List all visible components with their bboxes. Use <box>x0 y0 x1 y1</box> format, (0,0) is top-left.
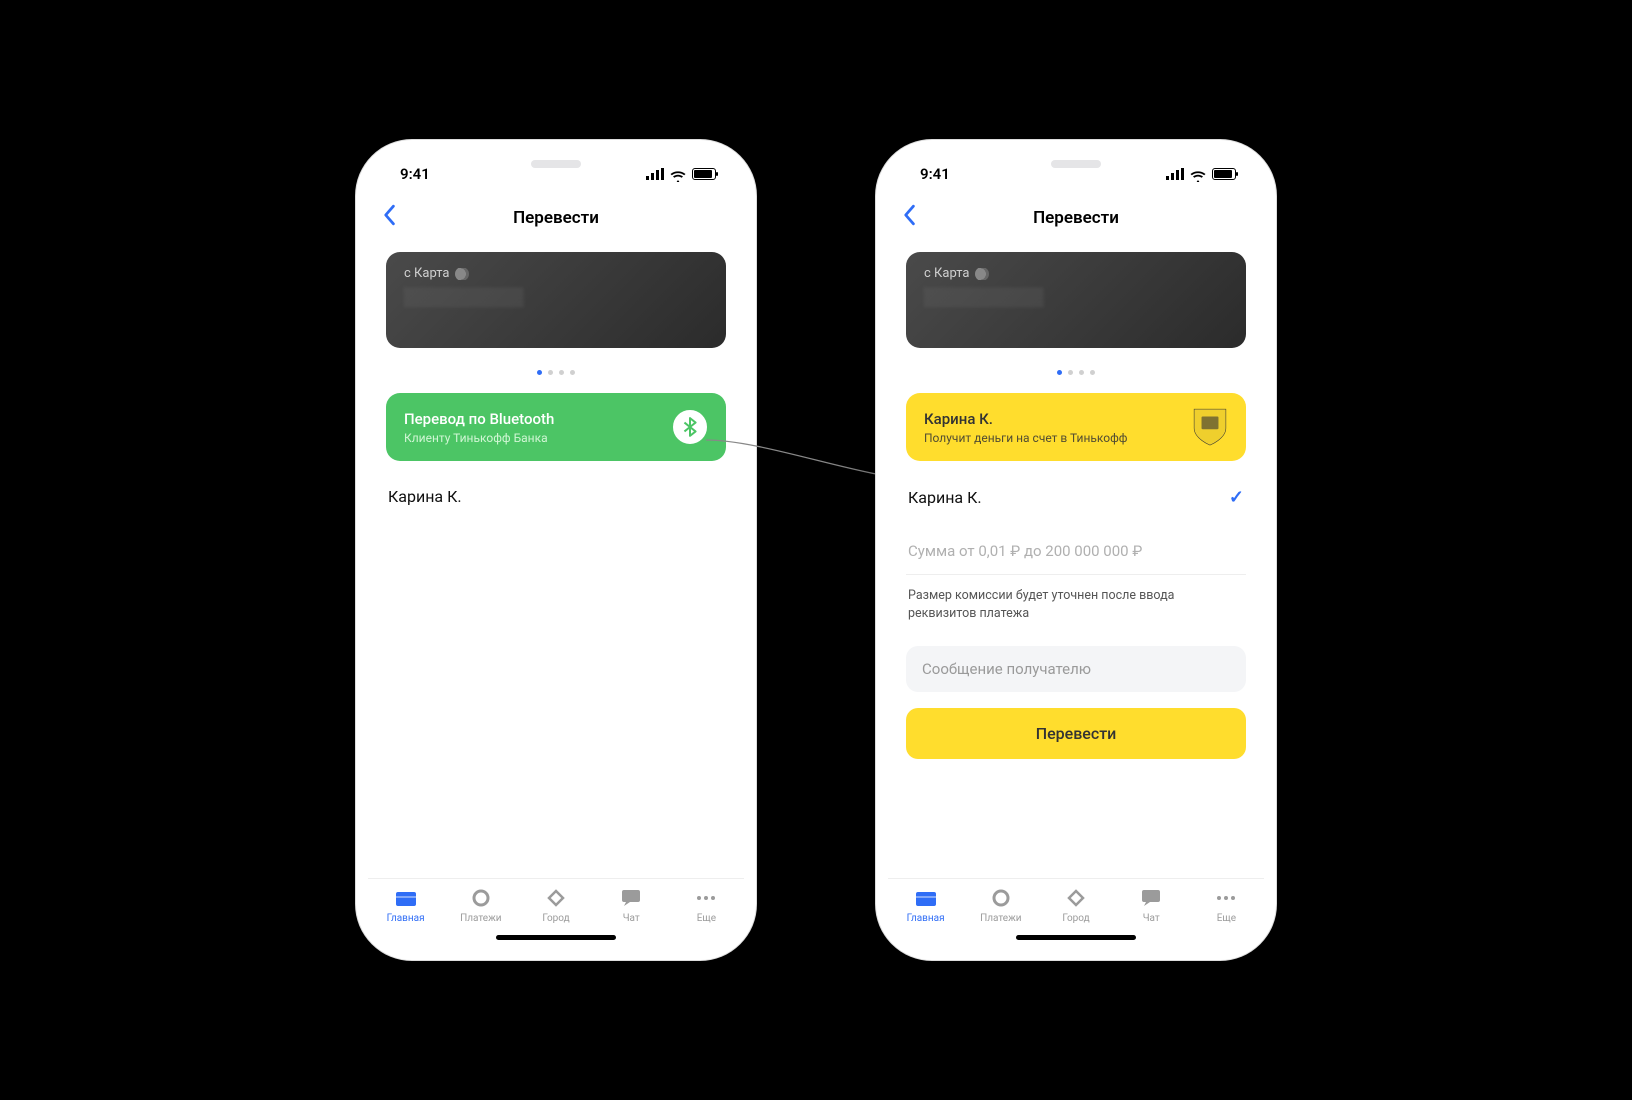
tab-payments[interactable]: Платежи <box>963 887 1038 924</box>
content: с Карта Карина К. Получит деньги на счет… <box>888 240 1264 878</box>
tab-home[interactable]: Главная <box>368 887 443 924</box>
card-number-masked <box>404 287 524 307</box>
tinkoff-logo-icon <box>1192 409 1228 445</box>
bluetooth-icon <box>672 409 708 445</box>
content: с Карта Перевод по Bluetooth Клиенту Тин… <box>368 240 744 878</box>
chat-icon <box>619 887 643 909</box>
mastercard-icon <box>975 267 989 281</box>
back-button[interactable] <box>902 204 916 232</box>
status-time: 9:41 <box>920 165 950 183</box>
tab-home[interactable]: Главная <box>888 887 963 924</box>
home-icon <box>914 887 938 909</box>
phone-right: 9:41 Перевести с Карта Карина К <box>876 140 1276 960</box>
status-indicators <box>1166 168 1236 180</box>
transfer-button[interactable]: Перевести <box>906 708 1246 759</box>
message-placeholder: Сообщение получателю <box>922 660 1091 678</box>
tab-chat[interactable]: Чат <box>594 887 669 924</box>
banner-title: Карина К. <box>924 410 1128 428</box>
fee-note: Размер комиссии будет уточнен после ввод… <box>906 575 1246 628</box>
banner-title: Перевод по Bluetooth <box>404 410 554 428</box>
page-title: Перевести <box>1033 208 1119 228</box>
contact-name: Карина К. <box>908 488 982 507</box>
source-card-label: с Карта <box>404 266 449 281</box>
cellular-signal-icon <box>1166 168 1184 180</box>
bluetooth-transfer-banner[interactable]: Перевод по Bluetooth Клиенту Тинькофф Ба… <box>386 393 726 461</box>
payments-icon <box>989 887 1013 909</box>
banner-subtitle: Получит деньги на счет в Тинькофф <box>924 431 1128 445</box>
amount-placeholder: Сумма от 0,01 ₽ до 200 000 000 ₽ <box>908 542 1142 560</box>
recipient-banner[interactable]: Карина К. Получит деньги на счет в Тиньк… <box>906 393 1246 461</box>
phone-left: 9:41 Перевести с Карта Перевод <box>356 140 756 960</box>
notch <box>996 152 1156 180</box>
contact-row[interactable]: Карина К. ✓ <box>906 483 1246 532</box>
home-indicator <box>496 935 616 940</box>
page-title: Перевести <box>513 208 599 228</box>
wifi-icon <box>1190 168 1206 180</box>
home-icon <box>394 887 418 909</box>
source-card-label: с Карта <box>924 266 969 281</box>
card-pagination[interactable] <box>386 360 726 379</box>
tab-more[interactable]: Еще <box>1189 887 1264 924</box>
city-icon <box>544 887 568 909</box>
cellular-signal-icon <box>646 168 664 180</box>
tab-city[interactable]: Город <box>1038 887 1113 924</box>
source-card[interactable]: с Карта <box>906 252 1246 348</box>
payments-icon <box>469 887 493 909</box>
notch <box>476 152 636 180</box>
card-number-masked <box>924 287 1044 307</box>
contact-name: Карина К. <box>388 487 462 506</box>
nav-header: Перевести <box>368 196 744 240</box>
tab-chat[interactable]: Чат <box>1114 887 1189 924</box>
home-indicator <box>1016 935 1136 940</box>
wifi-icon <box>670 168 686 180</box>
chat-icon <box>1139 887 1163 909</box>
status-time: 9:41 <box>400 165 430 183</box>
checkmark-icon: ✓ <box>1229 487 1244 508</box>
tab-payments[interactable]: Платежи <box>443 887 518 924</box>
nav-header: Перевести <box>888 196 1264 240</box>
tab-more[interactable]: Еще <box>669 887 744 924</box>
battery-icon <box>1212 168 1236 180</box>
mastercard-icon <box>455 267 469 281</box>
battery-icon <box>692 168 716 180</box>
more-icon <box>1214 887 1238 909</box>
status-indicators <box>646 168 716 180</box>
source-card[interactable]: с Карта <box>386 252 726 348</box>
more-icon <box>694 887 718 909</box>
back-button[interactable] <box>382 204 396 232</box>
message-input[interactable]: Сообщение получателю <box>906 646 1246 692</box>
city-icon <box>1064 887 1088 909</box>
tab-city[interactable]: Город <box>518 887 593 924</box>
contact-row[interactable]: Карина К. <box>386 483 726 530</box>
card-pagination[interactable] <box>906 360 1246 379</box>
banner-subtitle: Клиенту Тинькофф Банка <box>404 431 554 445</box>
amount-input[interactable]: Сумма от 0,01 ₽ до 200 000 000 ₽ <box>906 532 1246 575</box>
